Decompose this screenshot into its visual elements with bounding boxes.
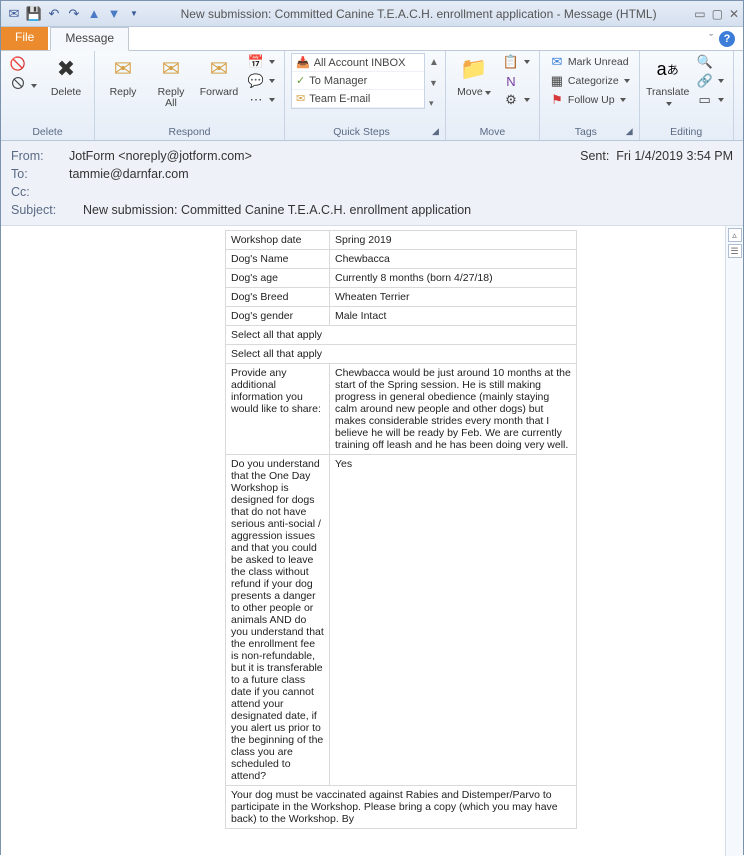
meeting-button[interactable]: 📅 [245, 53, 278, 71]
field-label: Select all that apply [226, 345, 577, 364]
rules-button[interactable]: 📋 [500, 53, 533, 71]
field-value: Male Intact [330, 307, 577, 326]
from-label: From: [11, 149, 69, 163]
nav-more-icon[interactable]: ☰ [728, 244, 742, 258]
field-value: Chewbacca would be just around 10 months… [330, 364, 577, 455]
zoom-button[interactable]: 🔍 Zoom [740, 53, 744, 98]
minimize-icon[interactable]: ▭ [694, 7, 705, 21]
table-row: Select all that apply [226, 326, 577, 345]
quick-steps-list[interactable]: 📥All Account INBOX ✓To Manager ✉Team E-m… [291, 53, 425, 109]
select-button[interactable]: ▭ [694, 91, 727, 109]
ribbon-collapse-icon[interactable]: ˇ [709, 33, 713, 45]
message-body[interactable]: Workshop dateSpring 2019Dog's NameChewba… [1, 226, 725, 856]
field-value: Spring 2019 [330, 231, 577, 250]
find-button[interactable]: 🔍 [694, 53, 727, 71]
group-delete: Delete [7, 125, 88, 140]
translate-button[interactable]: aあ Translate [646, 53, 690, 109]
table-row: Your dog must be vaccinated against Rabi… [226, 786, 577, 829]
ignore-button[interactable]: 🚫 [7, 55, 40, 73]
app-icon: ✉ [5, 5, 23, 23]
forward-icon: ✉ [203, 53, 235, 85]
field-label: Dog's Breed [226, 288, 330, 307]
submission-table: Workshop dateSpring 2019Dog's NameChewba… [225, 230, 577, 829]
close-icon[interactable]: ✕ [729, 7, 739, 21]
field-value: Currently 8 months (born 4/27/18) [330, 269, 577, 288]
related-button[interactable]: 🔗 [694, 72, 727, 90]
from-value: JotForm <noreply@jotform.com> [69, 149, 252, 163]
field-label: Dog's gender [226, 307, 330, 326]
prev-icon[interactable]: ▲ [85, 5, 103, 23]
follow-up-button[interactable]: ⚑Follow Up [546, 91, 633, 109]
field-value: Chewbacca [330, 250, 577, 269]
qs-team[interactable]: ✉Team E-mail [292, 90, 424, 108]
next-icon[interactable]: ▼ [105, 5, 123, 23]
to-value: tammie@darnfar.com [69, 167, 189, 181]
qs-inbox[interactable]: 📥All Account INBOX [292, 54, 424, 72]
forward-button[interactable]: ✉ Forward [197, 53, 241, 98]
field-label: Provide any additional information you w… [226, 364, 330, 455]
tab-message[interactable]: Message [50, 27, 129, 51]
tab-file[interactable]: File [1, 27, 48, 50]
undo-icon[interactable]: ↶ [45, 5, 63, 23]
subject-label: Subject: [11, 203, 83, 217]
redo-icon[interactable]: ↷ [65, 5, 83, 23]
qs-up-icon[interactable]: ▲ [429, 57, 439, 68]
table-row: Dog's ageCurrently 8 months (born 4/27/1… [226, 269, 577, 288]
table-row: Select all that apply [226, 345, 577, 364]
cc-label: Cc: [11, 185, 69, 199]
group-respond: Respond [101, 125, 278, 140]
field-label: Dog's Name [226, 250, 330, 269]
mark-unread-button[interactable]: ✉Mark Unread [546, 53, 633, 71]
move-button[interactable]: 📁 Move [452, 53, 496, 98]
reply-all-button[interactable]: ✉ Reply All [149, 53, 193, 109]
group-quicksteps: Quick Steps ◢ [291, 125, 439, 140]
help-icon[interactable]: ? [719, 31, 735, 47]
field-label: Your dog must be vaccinated against Rabi… [226, 786, 577, 829]
nav-up-icon[interactable]: ▵ [728, 228, 742, 242]
reply-icon: ✉ [107, 53, 139, 85]
table-row: Provide any additional information you w… [226, 364, 577, 455]
table-row: Dog's NameChewbacca [226, 250, 577, 269]
reply-all-icon: ✉ [155, 53, 187, 85]
delete-button[interactable]: ✖ Delete [44, 53, 88, 98]
field-value: Wheaten Terrier [330, 288, 577, 307]
to-label: To: [11, 167, 69, 181]
group-editing: Editing [646, 125, 727, 140]
im-button[interactable]: 💬 [245, 72, 278, 90]
sent-label: Sent: [580, 149, 609, 163]
table-row: Do you understand that the One Day Works… [226, 455, 577, 786]
qs-manager[interactable]: ✓To Manager [292, 72, 424, 90]
field-label: Do you understand that the One Day Works… [226, 455, 330, 786]
table-row: Dog's genderMale Intact [226, 307, 577, 326]
qs-more-icon[interactable]: ▾ [429, 98, 439, 109]
group-move: Move [452, 125, 533, 140]
maximize-icon[interactable]: ▢ [712, 7, 723, 21]
junk-button[interactable]: 🛇 [7, 77, 40, 95]
qs-down-icon[interactable]: ▼ [429, 78, 439, 88]
onenote-button[interactable]: N [500, 72, 533, 90]
more-respond-button[interactable]: ⋯ [245, 91, 278, 109]
categorize-button[interactable]: ▦Categorize [546, 72, 633, 90]
reply-button[interactable]: ✉ Reply [101, 53, 145, 98]
save-icon[interactable]: 💾 [25, 5, 43, 23]
field-label: Select all that apply [226, 326, 577, 345]
delete-icon: ✖ [50, 53, 82, 85]
group-zoom: Zoom [740, 125, 744, 140]
field-value: Yes [330, 455, 577, 786]
field-label: Dog's age [226, 269, 330, 288]
translate-icon: aあ [652, 53, 684, 85]
table-row: Workshop dateSpring 2019 [226, 231, 577, 250]
field-label: Workshop date [226, 231, 330, 250]
window-title: New submission: Committed Canine T.E.A.C… [143, 7, 694, 21]
table-row: Dog's BreedWheaten Terrier [226, 288, 577, 307]
move-icon: 📁 [458, 53, 490, 85]
qat-more-icon[interactable]: ▼ [125, 5, 143, 23]
actions-button[interactable]: ⚙ [500, 91, 533, 109]
subject-value: New submission: Committed Canine T.E.A.C… [83, 203, 471, 217]
sent-value: Fri 1/4/2019 3:54 PM [616, 149, 733, 163]
group-tags: Tags ◢ [546, 125, 633, 140]
